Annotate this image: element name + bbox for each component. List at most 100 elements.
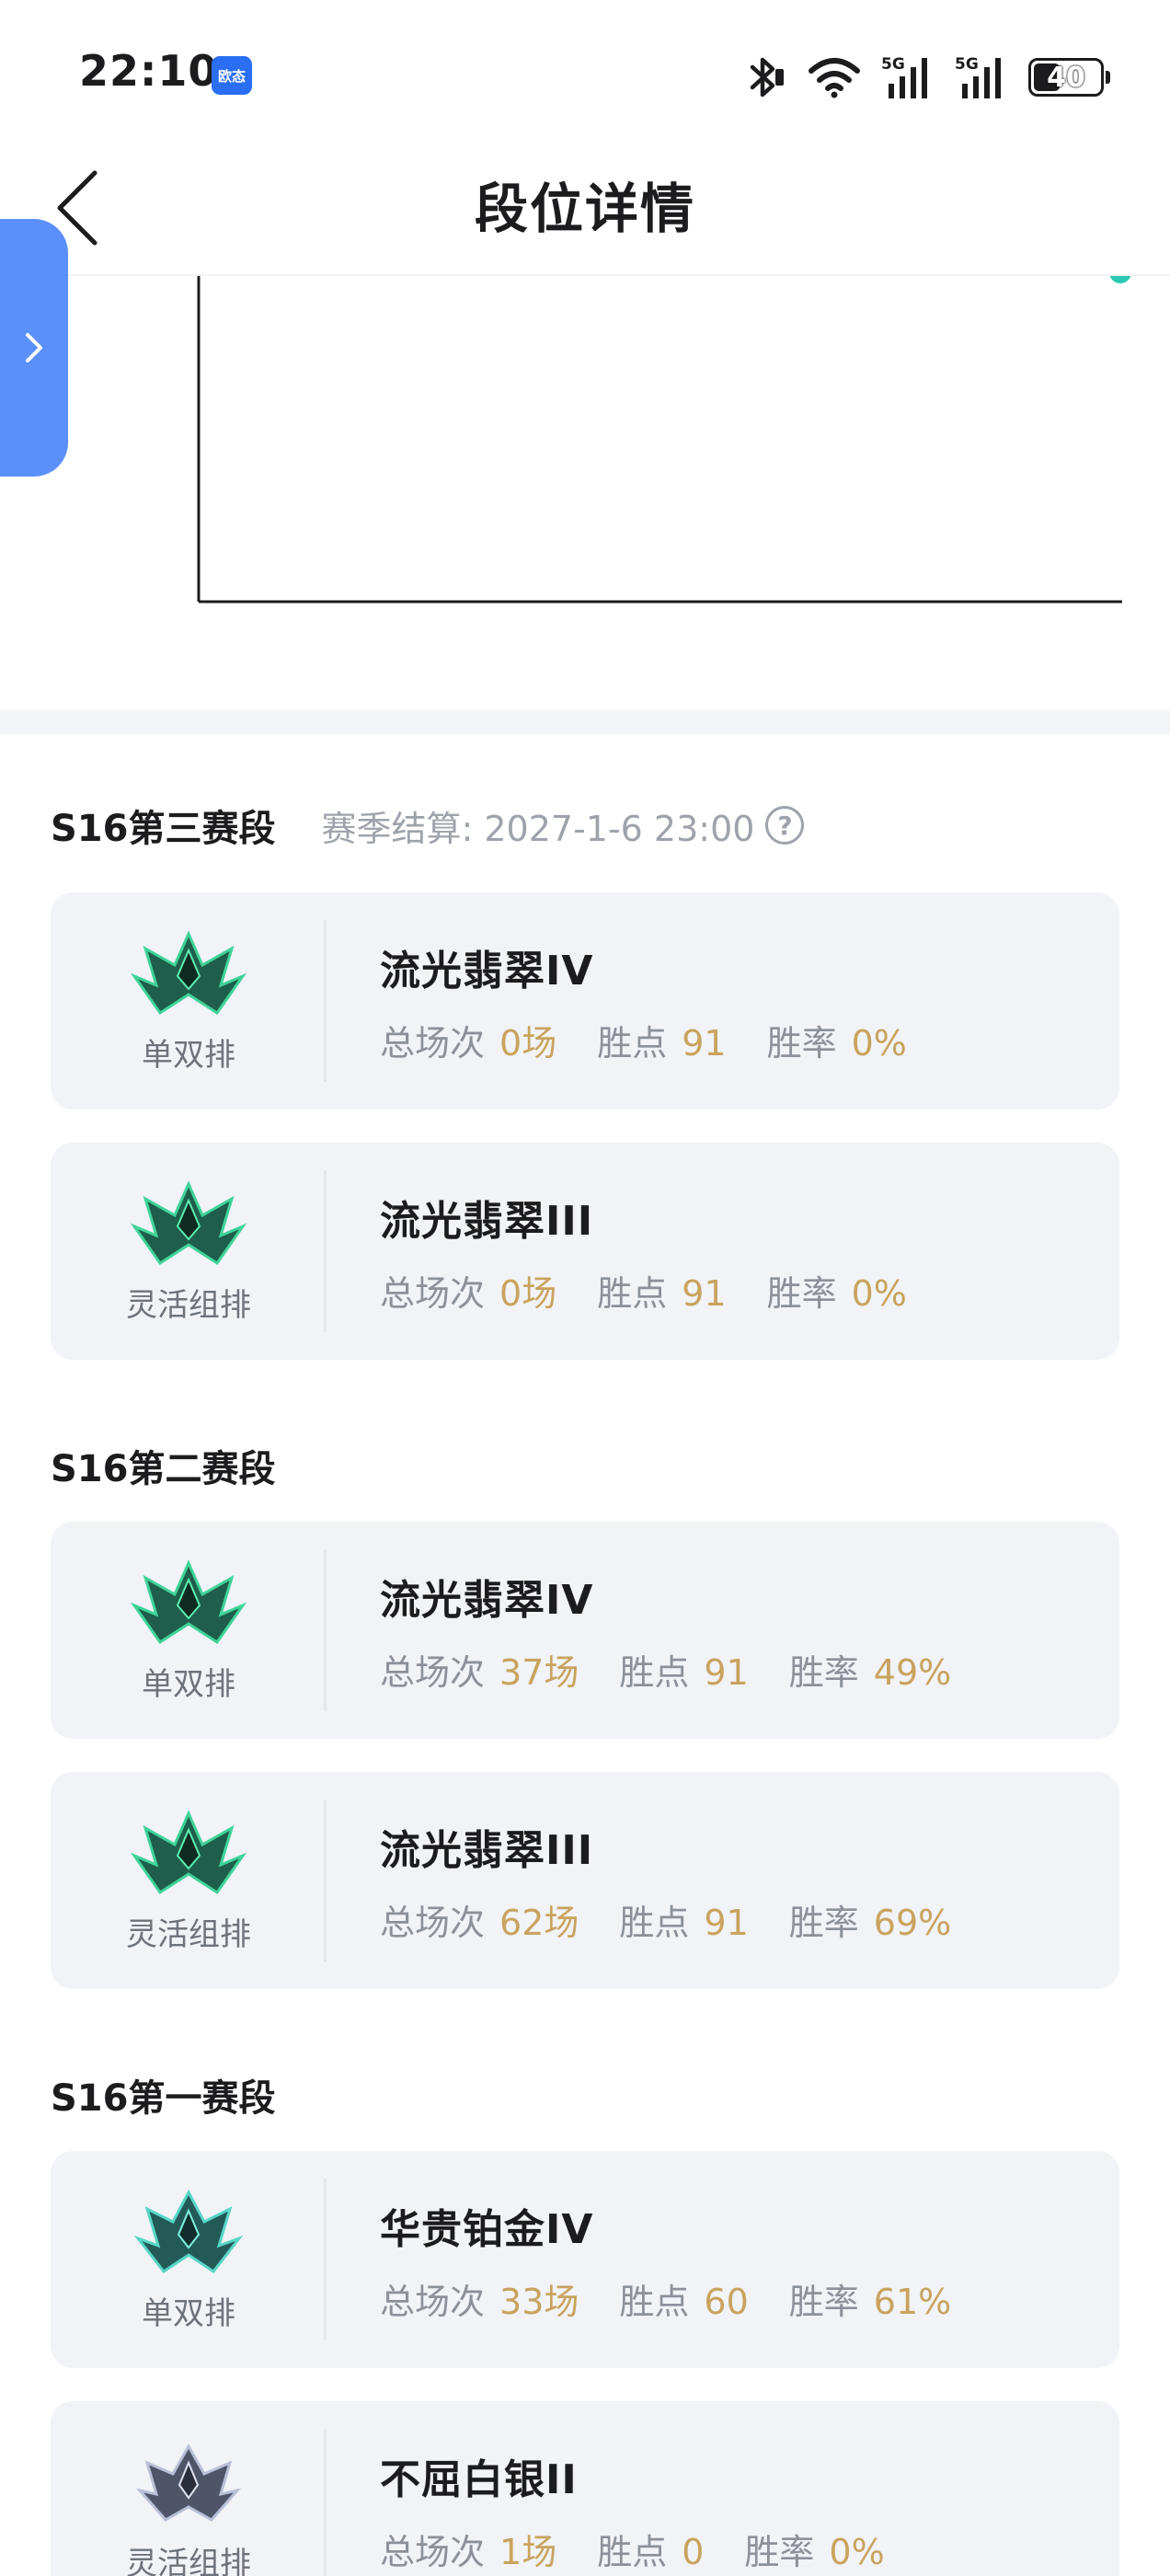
rank-card[interactable]: 单双排 华贵铂金IV 总场次 33场 胜点 60 胜率 61%	[51, 2151, 1119, 2368]
lp-value: 91	[704, 1651, 749, 1693]
season-settlement: 赛季结算: 2027-1-6 23:00 ?	[321, 800, 805, 851]
lp-value: 60	[704, 2281, 749, 2322]
signal-5g-icon: 5G	[881, 55, 927, 98]
emerald-emblem-icon	[130, 1809, 247, 1894]
winrate-value: 0%	[829, 2531, 885, 2572]
lp-value: 91	[704, 1902, 749, 1943]
svg-text:5G: 5G	[881, 55, 905, 74]
rank-chart-svg	[197, 276, 1131, 604]
winrate-value: 49%	[873, 1651, 952, 1693]
queue-label: 灵活组排	[126, 1915, 251, 1953]
winrate-value: 0%	[851, 1272, 907, 1314]
games-value: 1场	[499, 2531, 557, 2572]
rank-info: 流光翡翠IV 总场次 0场 胜点 91 胜率 0%	[327, 892, 947, 1110]
queue-block: 单双排	[51, 1522, 327, 1739]
rank-stats: 总场次 0场 胜点 91 胜率 0%	[380, 1265, 947, 1316]
battery-icon: 40	[1028, 58, 1110, 97]
season-title: S16第二赛段	[51, 1448, 276, 1490]
winrate-label: 胜率	[766, 1272, 837, 1314]
rank-card[interactable]: 灵活组排 流光翡翠III 总场次 62场 胜点 91 胜率 69%	[51, 1772, 1119, 1989]
queue-label: 单双排	[142, 1665, 235, 1703]
silver-emblem-icon	[135, 2443, 242, 2522]
rank-stats: 总场次 37场 胜点 91 胜率 49%	[380, 1644, 992, 1695]
lp-label: 胜点	[597, 1272, 668, 1314]
winrate-value: 61%	[873, 2281, 952, 2322]
lp-value: 91	[682, 1022, 727, 1064]
season-list: S16第三赛段 赛季结算: 2027-1-6 23:00 ? 单双排 流光翡翠I…	[0, 734, 1170, 2576]
rank-info: 流光翡翠III 总场次 62场 胜点 91 胜率 69%	[327, 1772, 992, 1989]
season-header: S16第三赛段 赛季结算: 2027-1-6 23:00 ?	[0, 734, 1170, 892]
winrate-label: 胜率	[788, 1902, 859, 1943]
winrate-label: 胜率	[766, 1022, 837, 1064]
status-time: 22:10	[79, 46, 219, 96]
rank-card[interactable]: 单双排 流光翡翠IV 总场次 37场 胜点 91 胜率 49%	[51, 1522, 1119, 1739]
tier-name: 华贵铂金IV	[380, 2205, 594, 2253]
winrate-label: 胜率	[788, 2281, 859, 2322]
winrate-label: 胜率	[788, 1651, 859, 1693]
rank-card[interactable]: 单双排 流光翡翠IV 总场次 0场 胜点 91 胜率 0%	[51, 892, 1119, 1110]
status-bar: 22:10 欧态 5G 5G 40	[0, 0, 1170, 138]
games-value: 0场	[499, 1022, 557, 1064]
games-label: 总场次	[380, 1651, 486, 1693]
games-label: 总场次	[380, 2531, 486, 2572]
chart-data-point	[1109, 276, 1131, 283]
winrate-label: 胜率	[744, 2531, 815, 2572]
tier-name: 流光翡翠III	[380, 1826, 594, 1874]
emerald-emblem-icon	[130, 1179, 247, 1265]
lp-value: 0	[682, 2531, 705, 2572]
lp-label: 胜点	[619, 2281, 690, 2322]
page-title: 段位详情	[474, 178, 695, 240]
winrate-value: 69%	[873, 1902, 952, 1943]
queue-block: 单双排	[51, 2151, 327, 2368]
rank-stats: 总场次 1场 胜点 0 胜率 0%	[380, 2524, 925, 2574]
settlement-text: 赛季结算: 2027-1-6 23:00	[321, 808, 755, 849]
rank-info: 华贵铂金IV 总场次 33场 胜点 60 胜率 61%	[327, 2151, 992, 2368]
tier-name: 流光翡翠IV	[380, 1576, 594, 1624]
tier-name: 流光翡翠III	[380, 1197, 594, 1245]
games-value: 0场	[499, 1272, 557, 1314]
queue-block: 灵活组排	[51, 1143, 327, 1360]
rank-stats: 总场次 0场 胜点 91 胜率 0%	[380, 1015, 947, 1065]
lp-label: 胜点	[597, 1022, 668, 1064]
games-label: 总场次	[380, 1272, 486, 1314]
rank-info: 流光翡翠III 总场次 0场 胜点 91 胜率 0%	[327, 1143, 947, 1360]
season-title: S16第三赛段	[51, 808, 276, 850]
platinum-emblem-icon	[133, 2189, 244, 2273]
games-label: 总场次	[380, 1022, 486, 1064]
rank-stats: 总场次 33场 胜点 60 胜率 61%	[380, 2273, 992, 2324]
section-divider	[0, 710, 1170, 734]
battery-level: 40	[1047, 61, 1085, 94]
queue-block: 灵活组排	[51, 2401, 327, 2576]
rank-card[interactable]: 灵活组排 流光翡翠III 总场次 0场 胜点 91 胜率 0%	[51, 1143, 1119, 1360]
bluetooth-icon	[750, 57, 784, 98]
lp-value: 91	[682, 1272, 727, 1314]
games-value: 37场	[499, 1651, 579, 1693]
queue-block: 单双排	[51, 892, 327, 1110]
lp-label: 胜点	[619, 1651, 690, 1693]
help-icon[interactable]: ?	[765, 806, 805, 845]
games-label: 总场次	[380, 2281, 486, 2322]
rank-info: 流光翡翠IV 总场次 37场 胜点 91 胜率 49%	[327, 1522, 992, 1739]
tier-name: 流光翡翠IV	[380, 947, 594, 995]
status-icons: 5G 5G 40	[747, 52, 1110, 103]
lp-label: 胜点	[619, 1902, 690, 1943]
rank-chart	[0, 276, 1170, 710]
nav-bar: 段位详情	[0, 138, 1170, 276]
games-value: 33场	[499, 2281, 579, 2322]
games-label: 总场次	[380, 1902, 486, 1943]
winrate-value: 0%	[851, 1022, 907, 1064]
queue-label: 单双排	[142, 2294, 235, 2332]
rank-stats: 总场次 62场 胜点 91 胜率 69%	[380, 1894, 992, 1945]
rank-info: 不屈白银II 总场次 1场 胜点 0 胜率 0%	[327, 2401, 925, 2576]
season-title: S16第一赛段	[51, 2077, 276, 2120]
svg-text:5G: 5G	[955, 55, 979, 74]
wifi-icon	[809, 58, 860, 98]
games-value: 62场	[499, 1902, 579, 1943]
emerald-emblem-icon	[130, 1558, 247, 1644]
queue-block: 灵活组排	[51, 1772, 327, 1989]
rank-card[interactable]: 灵活组排 不屈白银II 总场次 1场 胜点 0 胜率 0%	[51, 2401, 1119, 2576]
lp-label: 胜点	[597, 2531, 668, 2572]
emerald-emblem-icon	[130, 929, 247, 1015]
queue-label: 灵活组排	[126, 2545, 251, 2576]
signal-5g-icon-2: 5G	[955, 55, 1001, 98]
